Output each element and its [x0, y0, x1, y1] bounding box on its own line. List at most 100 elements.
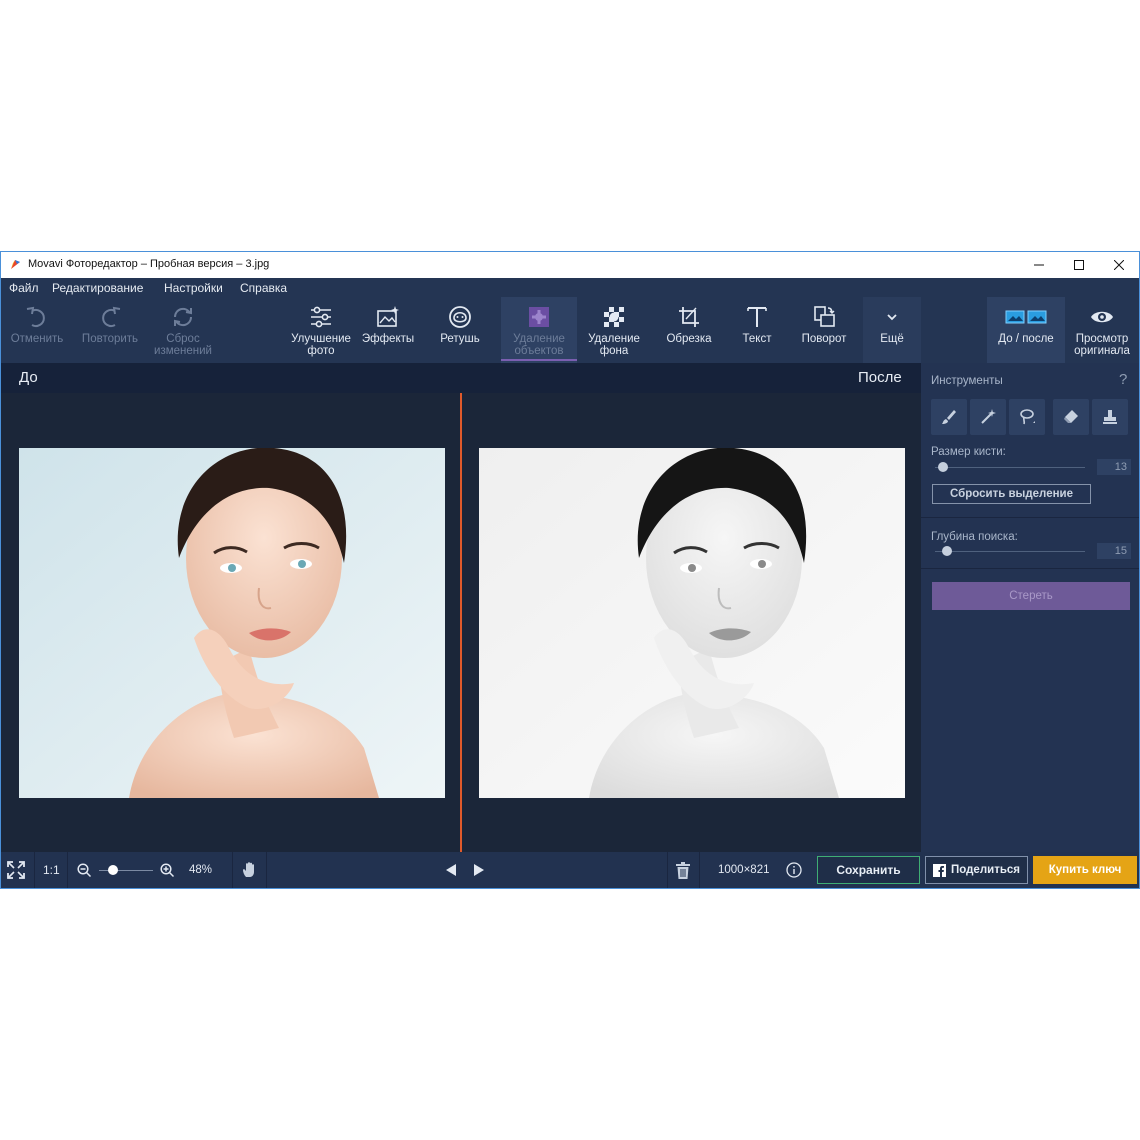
trash-icon [676, 862, 690, 879]
zoom-out-icon [77, 863, 92, 878]
crop-button[interactable]: Обрезка [657, 297, 721, 363]
object-removal-icon [529, 307, 549, 327]
object-removal-button[interactable]: Удаление объектов [501, 297, 577, 363]
panel-separator-2 [921, 568, 1139, 569]
brush-tool-button[interactable] [931, 399, 967, 435]
redo-button[interactable]: Повторить [75, 297, 145, 363]
search-depth-value[interactable]: 15 [1097, 543, 1131, 559]
search-depth-slider-track[interactable] [935, 551, 1085, 552]
reset-label: Сброс изменений [154, 333, 212, 357]
rotate-label: Поворот [801, 333, 847, 345]
eraser-tool-button[interactable] [1053, 399, 1089, 435]
previous-image-button[interactable] [445, 863, 457, 882]
search-depth-slider-knob[interactable] [942, 546, 952, 556]
image-canvas[interactable] [1, 393, 921, 852]
separator [67, 852, 68, 888]
tools-panel: Инструменты ? Размер кисти: 13 Сбросить … [921, 363, 1139, 852]
eraser-icon [1064, 410, 1078, 423]
retouch-label: Ретушь [440, 333, 480, 345]
zoom-in-button[interactable] [160, 863, 175, 883]
view-original-button[interactable]: Просмотр оригинала [1065, 297, 1139, 363]
before-after-button[interactable]: До / после [987, 297, 1065, 363]
fit-screen-button[interactable] [7, 861, 25, 884]
erase-button[interactable]: Стереть [932, 582, 1130, 610]
before-after-label: До / после [998, 333, 1054, 345]
background-removal-icon [604, 307, 624, 327]
stamp-icon [1103, 410, 1117, 424]
canvas-header: До После [1, 363, 921, 393]
status-bar: 1:1 48% 1000×821 Сохранить Поделиться Ку… [1, 852, 1139, 888]
triangle-left-icon [446, 864, 456, 876]
crop-icon [679, 307, 699, 327]
enhance-photo-button[interactable]: Улучшение фото [285, 297, 357, 363]
lasso-icon [1020, 409, 1035, 425]
more-label: Ещё [880, 333, 904, 345]
eye-icon [1091, 311, 1113, 323]
window-title: Movavi Фоторедактор – Пробная версия – 3… [28, 258, 270, 270]
hand-tool-button[interactable] [241, 861, 259, 884]
chevron-down-icon [887, 314, 897, 321]
more-button[interactable]: Ещё [863, 297, 921, 363]
reset-changes-button[interactable]: Сброс изменений [149, 297, 217, 363]
brush-size-value[interactable]: 13 [1097, 459, 1131, 475]
brush-size-slider-knob[interactable] [937, 462, 948, 472]
retouch-button[interactable]: Ретушь [427, 297, 493, 363]
before-photo [19, 448, 445, 798]
maximize-icon [1074, 260, 1084, 270]
app-window: Movavi Фоторедактор – Пробная версия – 3… [0, 251, 1140, 889]
save-button[interactable]: Сохранить [817, 856, 920, 884]
view-toolbar: До / после Просмотр оригинала [921, 297, 1139, 363]
hand-icon [243, 862, 254, 877]
before-after-divider[interactable] [460, 393, 462, 852]
menu-settings[interactable]: Настройки [164, 281, 223, 295]
redo-label: Повторить [81, 333, 139, 345]
portrait-bw-image [479, 448, 905, 798]
next-image-button[interactable] [473, 863, 485, 882]
reset-selection-button[interactable]: Сбросить выделение [932, 484, 1091, 504]
separator [34, 852, 35, 888]
separator [266, 852, 267, 888]
menu-help[interactable]: Справка [240, 281, 287, 295]
after-photo [479, 448, 905, 798]
stamp-tool-button[interactable] [1092, 399, 1128, 435]
sliders-icon [311, 306, 331, 328]
object-removal-label: Удаление объектов [513, 333, 565, 357]
movavi-logo-icon [11, 260, 20, 269]
undo-icon [26, 306, 45, 327]
separator [232, 852, 233, 888]
close-button[interactable] [1099, 252, 1139, 278]
text-label: Текст [742, 333, 772, 345]
separator [699, 852, 700, 888]
lasso-tool-button[interactable] [1009, 399, 1045, 435]
rotate-button[interactable]: Поворот [793, 297, 855, 363]
actual-size-button[interactable]: 1:1 [43, 863, 60, 877]
portrait-color-image [19, 448, 445, 798]
zoom-slider-knob[interactable] [107, 865, 118, 875]
menu-edit[interactable]: Редактирование [52, 281, 143, 295]
share-button[interactable]: Поделиться [925, 856, 1028, 884]
zoom-out-button[interactable] [77, 863, 92, 883]
retouch-face-icon [449, 306, 471, 328]
background-removal-button[interactable]: Удаление фона [579, 297, 649, 363]
minimize-button[interactable] [1019, 252, 1059, 278]
delete-button[interactable] [675, 862, 691, 884]
redo-icon [102, 306, 121, 327]
share-label: Поделиться [950, 864, 1021, 876]
effects-button[interactable]: Эффекты [357, 297, 419, 363]
facebook-icon [932, 863, 946, 877]
background-removal-label: Удаление фона [588, 333, 640, 357]
menu-file[interactable]: Файл [9, 281, 39, 295]
triangle-right-icon [474, 864, 484, 876]
undo-button[interactable]: Отменить [5, 297, 69, 363]
maximize-button[interactable] [1059, 252, 1099, 278]
brush-size-slider-track[interactable] [935, 467, 1085, 468]
search-depth-label: Глубина поиска: [931, 531, 1018, 543]
help-icon[interactable]: ? [1119, 371, 1127, 388]
text-button[interactable]: Текст [727, 297, 787, 363]
magic-wand-tool-button[interactable] [970, 399, 1006, 435]
zoom-in-icon [160, 863, 175, 878]
buy-key-button[interactable]: Купить ключ [1033, 856, 1137, 884]
info-button[interactable] [786, 862, 802, 883]
effects-label: Эффекты [361, 333, 415, 345]
undo-label: Отменить [10, 333, 64, 345]
